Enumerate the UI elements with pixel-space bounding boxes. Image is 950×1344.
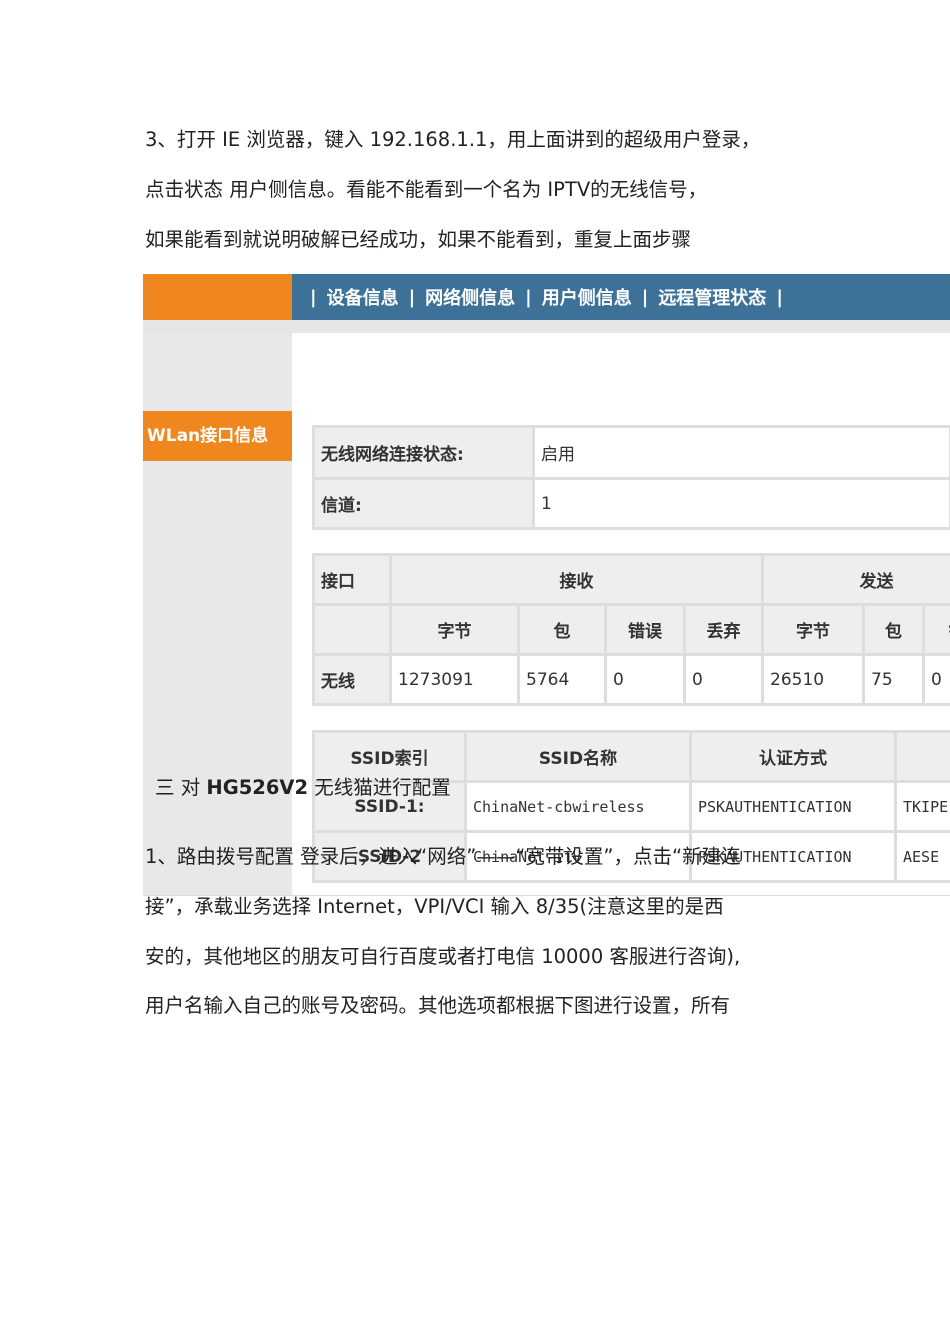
col-rx-errors: 错误 [604,603,686,656]
channel-value: 1 [532,477,950,530]
section-heading: 三 对 HG526V2 无线猫进行配置 [155,771,451,800]
sidebar: WLan接口信息 [143,333,292,895]
paragraph-line: 如果能看到就说明破解已经成功，如果不能看到，重复上面步骤 [145,228,692,251]
nav-separator: | [408,286,416,308]
ssid-encryption: AESE [894,830,950,883]
header-band [143,320,950,333]
ssid-name: ChinaNet-cbwireless [464,780,692,833]
nav-separator: | [310,286,317,308]
paragraph-line: 点击状态 用户侧信息。看能不能看到一个名为 IPTV的无线信号， [145,178,708,201]
document-page: 3、打开 IE 浏览器，键入 192.168.1.1，用上面讲到的超级用户登录，… [0,0,950,1344]
nav-separator: | [641,286,649,308]
nav-network-info[interactable]: 网络侧信息 [425,284,515,310]
nav-separator: | [525,286,532,308]
col-rx-bytes: 字节 [389,603,520,656]
stat-value: 26510 [761,653,865,706]
col-rx-drops: 丢弃 [683,603,764,656]
col-interface: 接口 [312,553,392,606]
stat-value: 0 [683,653,764,706]
stat-value: 1273091 [389,653,520,706]
status-label: 无线网络连接状态: [312,425,535,480]
stat-value: 0 [604,653,686,706]
nav-device-info[interactable]: 设备信息 [327,284,399,310]
col-receive: 接收 [389,553,764,606]
stat-value: 5764 [517,653,607,706]
paragraph-line: 接”，承载业务选择 Internet，VPI/VCI 输入 8/35(注意这里的… [145,895,724,918]
traffic-stats-table: 接口接收发送 字节 包 错误 丢弃 字节 包 错 无线 1273091 5764… [312,553,950,706]
col-auth: 认证方式 [689,730,897,783]
nav-user-info[interactable]: 用户侧信息 [542,284,632,310]
heading-model: HG526V2 [206,776,309,799]
status-value: 启用 [532,425,950,480]
sidebar-item-wlan[interactable]: WLan接口信息 [143,411,292,461]
heading-prefix: 三 对 [155,776,207,799]
col-send: 发送 [761,553,950,606]
wlan-status-table: 无线网络连接状态: 启用 信道: 1 [312,425,950,530]
nav-remote-status[interactable]: 远程管理状态 [658,284,766,310]
col-ssid-name: SSID名称 [464,730,692,783]
col-encryption [894,730,950,783]
paragraph-line: 用户名输入自己的账号及密码。其他选项都根据下图进行设置，所有 [145,994,731,1017]
nav-separator: | [776,286,783,308]
ssid-encryption: TKIPE [894,780,950,833]
stat-value: 0 [922,653,950,706]
row-wireless: 无线 [312,653,392,706]
paragraph-line: 1、路由拨号配置 登录后，进入“网络”——“宽带设置”，点击“新建连 [145,845,741,868]
paragraph-line: 安的，其他地区的朋友可自行百度或者打电信 10000 客服进行咨询), [145,945,741,968]
col-tx-packets: 包 [862,603,925,656]
router-screenshot: | 设备信息 | 网络侧信息 | 用户侧信息 | 远程管理状态 | WLan接口… [143,274,950,896]
heading-suffix: 无线猫进行配置 [308,776,451,799]
top-nav: | 设备信息 | 网络侧信息 | 用户侧信息 | 远程管理状态 | [292,274,950,320]
col-tx-errors: 错 [922,603,950,656]
ssid-auth: PSKAUTHENTICATION [689,780,897,833]
channel-label: 信道: [312,477,535,530]
paragraph-line: 3、打开 IE 浏览器，键入 192.168.1.1，用上面讲到的超级用户登录， [145,128,761,151]
stat-value: 75 [862,653,925,706]
header-logo-area [143,274,292,320]
col-rx-packets: 包 [517,603,607,656]
col-tx-bytes: 字节 [761,603,865,656]
